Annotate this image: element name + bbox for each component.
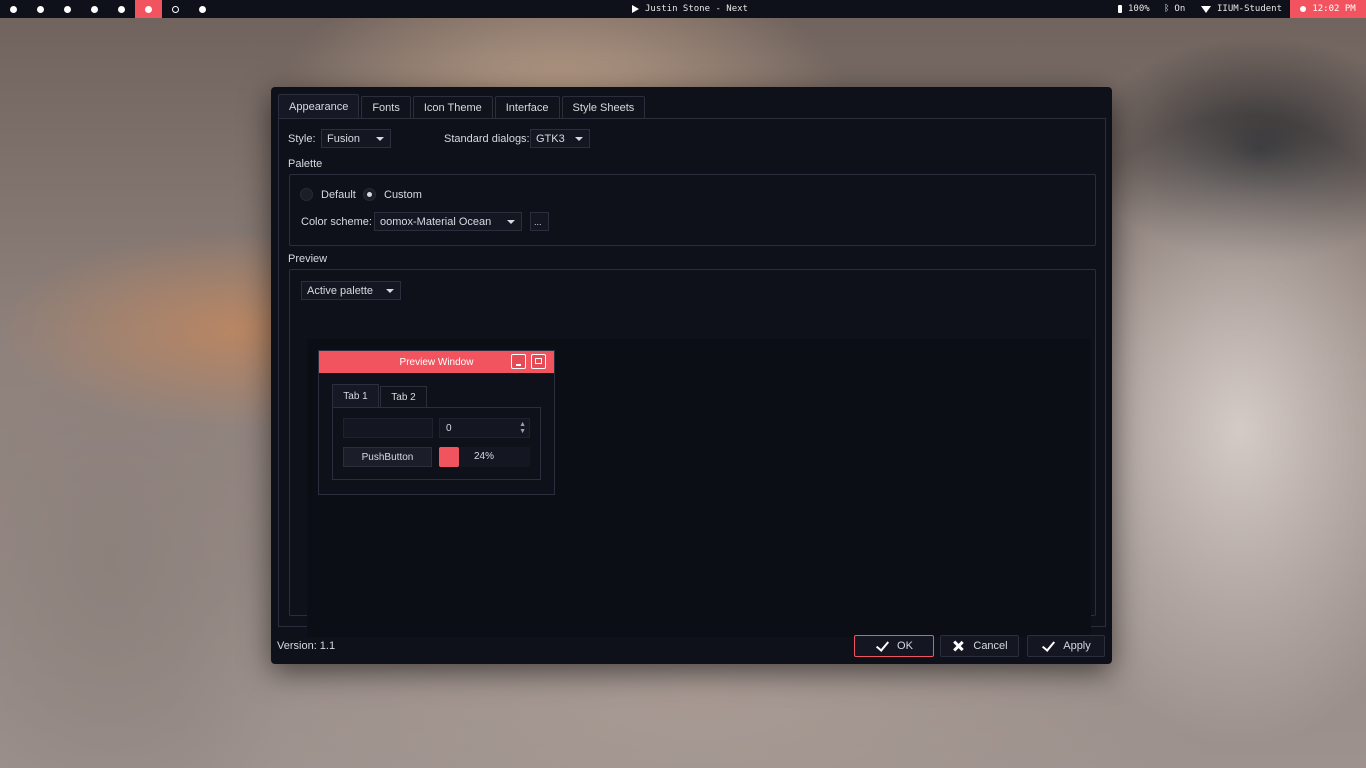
color-scheme-value: oomox-Material Ocean — [380, 215, 492, 228]
radio-custom[interactable] — [363, 188, 376, 201]
tab-fonts[interactable]: Fonts — [361, 96, 411, 118]
close-icon — [951, 639, 965, 653]
tab-icon-theme[interactable]: Icon Theme — [412, 96, 493, 118]
wifi-network: IIUM-Student — [1217, 4, 1283, 14]
style-label: Style: — [288, 133, 316, 145]
workspace-4[interactable] — [81, 0, 108, 18]
chevron-down-icon — [507, 220, 515, 224]
battery-icon — [1118, 5, 1122, 13]
progress-text: 24% — [474, 451, 495, 462]
wifi-status[interactable]: IIUM-Student — [1201, 0, 1282, 18]
clock[interactable]: 12:02 PM — [1290, 0, 1366, 18]
spin-arrows-icon[interactable]: ▲ ▼ — [519, 421, 526, 435]
cancel-label: Cancel — [973, 640, 1008, 652]
radio-default-label[interactable]: Default — [321, 189, 356, 201]
ok-button[interactable]: OK — [854, 635, 934, 657]
preview-progress-bar: 24% — [439, 447, 530, 467]
color-scheme-select[interactable]: oomox-Material Ocean — [374, 212, 522, 231]
tab-style-sheets[interactable]: Style Sheets — [561, 96, 646, 118]
radio-selected-icon — [367, 192, 372, 197]
spinbox-value: 0 — [446, 422, 452, 434]
tab-bar: Appearance Fonts Icon Theme Interface St… — [278, 94, 647, 118]
preview-line-edit[interactable] — [343, 418, 433, 438]
workspace-dot-icon — [199, 5, 206, 13]
cancel-button[interactable]: Cancel — [940, 635, 1019, 657]
minimize-icon[interactable] — [511, 354, 526, 369]
maximize-icon[interactable] — [531, 354, 546, 369]
wifi-icon — [1201, 5, 1211, 13]
progress-fill — [439, 447, 459, 467]
workspace-8[interactable] — [189, 0, 216, 18]
preview-push-button[interactable]: PushButton — [343, 447, 432, 467]
workspace-6-active[interactable] — [135, 0, 162, 18]
now-playing: Justin Stone - Next — [645, 4, 748, 14]
standard-dialogs-label: Standard dialogs: — [444, 133, 530, 145]
clock-time: 12:02 PM — [1312, 4, 1356, 14]
workspace-1[interactable] — [0, 0, 27, 18]
chevron-down-icon — [575, 137, 583, 141]
bluetooth-icon: ᛒ — [1164, 4, 1170, 14]
ok-label: OK — [897, 640, 913, 652]
qt5ct-settings-dialog: Appearance Fonts Icon Theme Interface St… — [271, 87, 1112, 664]
tab-appearance[interactable]: Appearance — [278, 94, 360, 118]
clock-icon — [1300, 6, 1307, 12]
version-label: Version: 1.1 — [277, 640, 336, 652]
battery-status: 100% — [1118, 0, 1150, 18]
tab-interface[interactable]: Interface — [494, 96, 560, 118]
top-panel: Justin Stone - Next 100% ᛒ On IIUM-Stude… — [0, 0, 1366, 18]
chevron-down-icon — [376, 137, 384, 141]
palette-state-select[interactable]: Active palette — [301, 281, 401, 300]
play-icon — [632, 5, 639, 13]
chevron-down-icon — [386, 289, 394, 293]
preview-label: Preview — [288, 253, 328, 265]
style-select[interactable]: Fusion — [321, 129, 391, 148]
preview-spinbox[interactable]: 0 ▲ ▼ — [439, 418, 530, 438]
battery-level: 100% — [1128, 4, 1150, 14]
palette-group: Default Custom Color scheme: oomox-Mater… — [289, 174, 1096, 246]
workspace-dot-icon — [64, 5, 71, 13]
palette-label: Palette — [288, 158, 323, 170]
workspace-dot-icon — [91, 5, 98, 13]
appearance-panel: Style: Fusion Standard dialogs: GTK3 Pal… — [278, 118, 1106, 637]
preview-tab-2[interactable]: Tab 2 — [380, 386, 427, 407]
preview-tab-content: 0 ▲ ▼ PushButton 24% — [332, 407, 541, 480]
palette-state-value: Active palette — [307, 284, 374, 297]
workspace-dot-icon — [145, 5, 152, 13]
standard-dialogs-value: GTK3 — [536, 132, 565, 145]
preview-window-titlebar: Preview Window — [319, 351, 554, 373]
workspace-3[interactable] — [54, 0, 81, 18]
workspace-dot-icon — [10, 5, 17, 13]
radio-custom-label[interactable]: Custom — [384, 189, 422, 201]
style-select-value: Fusion — [327, 132, 361, 145]
more-button-label: ... — [534, 216, 542, 227]
standard-dialogs-select[interactable]: GTK3 — [530, 129, 590, 148]
preview-tab-1[interactable]: Tab 1 — [332, 384, 379, 407]
workspace-2[interactable] — [27, 0, 54, 18]
check-icon — [875, 639, 889, 653]
bluetooth-status[interactable]: ᛒ On — [1164, 0, 1185, 18]
apply-button[interactable]: Apply — [1027, 635, 1105, 657]
workspace-dot-icon — [37, 5, 44, 13]
preview-window-title: Preview Window — [399, 356, 474, 368]
workspace-dot-icon — [118, 5, 125, 13]
preview-window: Preview Window Tab 1 Tab 2 0 ▲ ▼ PushButt… — [318, 350, 555, 495]
workspace-5[interactable] — [108, 0, 135, 18]
check-icon — [1041, 639, 1055, 653]
media-player[interactable]: Justin Stone - Next — [632, 0, 748, 18]
apply-label: Apply — [1063, 640, 1091, 652]
color-scheme-more-button[interactable]: ... — [530, 212, 549, 231]
workspace-ring-icon — [172, 5, 179, 13]
bluetooth-state: On — [1174, 4, 1186, 14]
color-scheme-label: Color scheme: — [301, 216, 372, 228]
workspace-7[interactable] — [162, 0, 189, 18]
radio-default[interactable] — [300, 188, 313, 201]
